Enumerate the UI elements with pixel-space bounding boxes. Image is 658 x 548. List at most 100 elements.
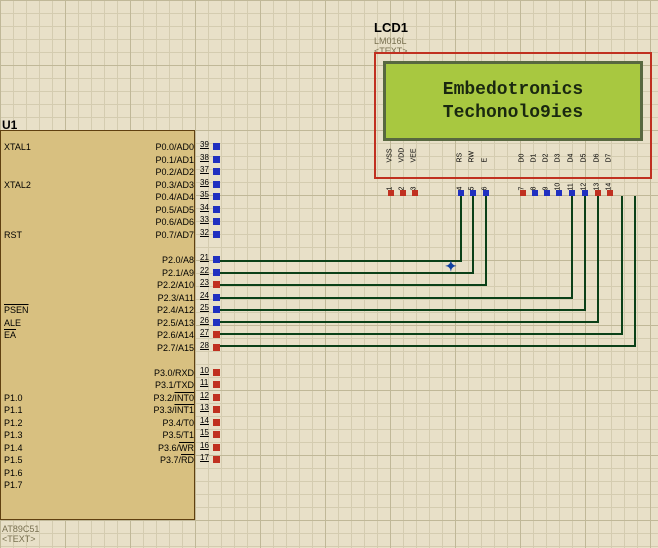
mcu-pin-P2.0-A8: P2.0/A8 (162, 255, 194, 265)
mcu-pin-dot-24[interactable] (213, 294, 220, 301)
mcu-pin-P0.5-AD5: P0.5/AD5 (155, 205, 194, 215)
lcd-pin-dot-D1[interactable] (532, 190, 538, 196)
mcu-pin-dot-36[interactable] (213, 181, 220, 188)
mcu-pin-num-24: 24 (200, 291, 209, 300)
mcu-pin-dot-39[interactable] (213, 143, 220, 150)
wire-h-P2.0[interactable] (220, 260, 460, 262)
wire-v-P2.0[interactable] (460, 196, 462, 262)
lcd-part: LM016L (374, 36, 407, 46)
mcu-pin-num-27: 27 (200, 328, 209, 337)
mcu-pin-P2.5-A13: P2.5/A13 (157, 318, 194, 328)
mcu-pin-dot-13[interactable] (213, 406, 220, 413)
wire-v-P2.2[interactable] (485, 196, 487, 286)
mcu-pin-P1.3: P1.3 (4, 430, 23, 440)
mcu-pin-num-11: 11 (200, 378, 208, 387)
mcu-pin-P0.1-AD1: P0.1/AD1 (155, 155, 194, 165)
mcu-pin-P1.2: P1.2 (4, 418, 23, 428)
lcd-pin-dot-VDD[interactable] (400, 190, 406, 196)
mcu-pin-num-38: 38 (200, 153, 209, 162)
mcu-pin-dot-14[interactable] (213, 419, 220, 426)
lcd-screen: Embedotronics Techonolo9ies (383, 61, 643, 141)
wire-v-P2.1[interactable] (472, 196, 474, 274)
mcu-pin-dot-15[interactable] (213, 431, 220, 438)
mcu-pin-num-32: 32 (200, 228, 209, 237)
lcd-ref: LCD1 (374, 20, 408, 35)
lcd-line2: Techonolo9ies (443, 103, 583, 123)
mcu-pin-dot-23[interactable] (213, 281, 220, 288)
mcu-pin-dot-22[interactable] (213, 269, 220, 276)
mcu-pin-dot-35[interactable] (213, 193, 220, 200)
mcu-pin-num-16: 16 (200, 441, 209, 450)
wire-h-P2.1[interactable] (220, 272, 472, 274)
lcd-pin-name-D6: D6 (594, 154, 601, 163)
mcu-pin-P1.1: P1.1 (4, 405, 23, 415)
wire-v-P2.6[interactable] (621, 196, 623, 335)
mcu-pin-P3.5-T1: P3.5/T1 (162, 430, 194, 440)
wire-h-P2.7[interactable] (220, 345, 634, 347)
lcd-pin-dot-VSS[interactable] (388, 190, 394, 196)
mcu-pin-P0.7-AD7: P0.7/AD7 (155, 230, 194, 240)
mcu-pin-dot-27[interactable] (213, 331, 220, 338)
wire-h-P2.3[interactable] (220, 297, 571, 299)
mcu-pin-num-17: 17 (200, 453, 209, 462)
lcd-pin-dot-D3[interactable] (556, 190, 562, 196)
mcu-pin-P0.3-AD3: P0.3/AD3 (155, 180, 194, 190)
mcu-pin-num-21: 21 (200, 253, 209, 262)
mcu-pin-num-14: 14 (200, 416, 209, 425)
mcu-pin-P0.0-AD0: P0.0/AD0 (155, 142, 194, 152)
mcu-pin-num-28: 28 (200, 341, 209, 350)
lcd-pin-dot-D0[interactable] (520, 190, 526, 196)
mcu-pin-dot-10[interactable] (213, 369, 220, 376)
lcd-pin-name-VSS: VSS (387, 148, 394, 162)
mcu-pin-P1.7: P1.7 (4, 480, 23, 490)
lcd-pin-name-VDD: VDD (399, 148, 406, 163)
mcu-pin-dot-33[interactable] (213, 218, 220, 225)
wire-v-P2.5[interactable] (597, 196, 599, 323)
wire-h-P2.4[interactable] (220, 309, 584, 311)
mcu-pin-dot-25[interactable] (213, 306, 220, 313)
mcu-pin-dot-21[interactable] (213, 256, 220, 263)
mcu-pin-dot-11[interactable] (213, 381, 220, 388)
mcu-pin-dot-17[interactable] (213, 456, 220, 463)
mcu-pin-P1.0: P1.0 (4, 393, 23, 403)
lcd-pin-dot-D2[interactable] (544, 190, 550, 196)
mcu-pin-P3.1-TXD: P3.1/TXD (155, 380, 194, 390)
mcu-pin-dot-38[interactable] (213, 156, 220, 163)
mcu-pin-P3.3-INT1: P3.3/INT1 (153, 405, 194, 415)
mcu-pin-P2.6-A14: P2.6/A14 (157, 330, 194, 340)
wire-h-P2.6[interactable] (220, 333, 621, 335)
mcu-pin-P2.1-A9: P2.1/A9 (162, 268, 194, 278)
wire-v-P2.7[interactable] (634, 196, 636, 347)
mcu-pin-dot-28[interactable] (213, 344, 220, 351)
mcu-pin-PSEN: PSEN (4, 305, 29, 315)
mcu-pin-dot-37[interactable] (213, 168, 220, 175)
lcd-pin-name-D1: D1 (531, 154, 538, 163)
mcu-pin-XTAL2: XTAL2 (4, 180, 31, 190)
mcu-pin-XTAL1: XTAL1 (4, 142, 31, 152)
mcu-pin-P3.2-INT0: P3.2/INT0 (153, 393, 194, 403)
wire-h-P2.5[interactable] (220, 321, 597, 323)
mcu-pin-num-34: 34 (200, 203, 209, 212)
mcu-pin-dot-26[interactable] (213, 319, 220, 326)
lcd-pin-name-RW: RW (469, 151, 476, 163)
lcd-pin-name-D0: D0 (519, 154, 526, 163)
wire-v-P2.4[interactable] (584, 196, 586, 311)
mcu-pin-P2.2-A10: P2.2/A10 (157, 280, 194, 290)
mcu-pin-num-10: 10 (200, 366, 209, 375)
mcu-pin-P2.7-A15: P2.7/A15 (157, 343, 194, 353)
mcu-pin-dot-12[interactable] (213, 394, 220, 401)
wire-h-P2.2[interactable] (220, 284, 485, 286)
mcu-pin-P0.2-AD2: P0.2/AD2 (155, 167, 194, 177)
mcu-pin-num-12: 12 (200, 391, 209, 400)
lcd-pin-dot-D7[interactable] (607, 190, 613, 196)
mcu-pin-RST: RST (4, 230, 22, 240)
mcu-pin-dot-16[interactable] (213, 444, 220, 451)
wire-v-P2.3[interactable] (571, 196, 573, 299)
mcu-pin-dot-32[interactable] (213, 231, 220, 238)
lcd-pin-dot-VEE[interactable] (412, 190, 418, 196)
lcd-pin-name-E: E (482, 158, 489, 163)
mcu-pin-P2.3-A11: P2.3/A11 (158, 293, 194, 303)
mcu-pin-num-23: 23 (200, 278, 209, 287)
mcu-pin-num-13: 13 (200, 403, 209, 412)
mcu-pin-dot-34[interactable] (213, 206, 220, 213)
